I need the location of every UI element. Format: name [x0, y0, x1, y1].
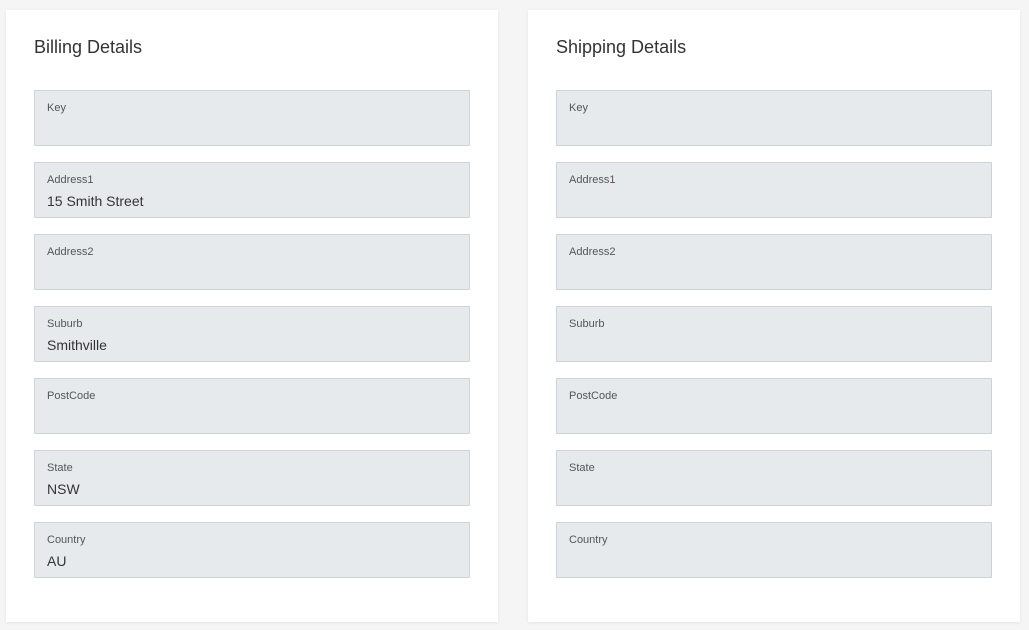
shipping-suburb-label: Suburb: [569, 318, 605, 330]
billing-state-input[interactable]: [47, 481, 457, 498]
billing-address1-label: Address1: [47, 174, 94, 186]
billing-address2-field[interactable]: Address2: [34, 234, 470, 290]
billing-country-field[interactable]: Country: [34, 522, 470, 578]
billing-postcode-input[interactable]: [47, 409, 457, 426]
billing-suburb-input[interactable]: [47, 337, 457, 354]
shipping-key-input[interactable]: [569, 121, 979, 138]
billing-address2-label: Address2: [47, 246, 94, 258]
billing-key-input[interactable]: [47, 121, 457, 138]
billing-details-card: Billing Details Key Address1 Address2 Su…: [6, 10, 498, 622]
shipping-address1-field[interactable]: Address1: [556, 162, 992, 218]
billing-suburb-label: Suburb: [47, 318, 83, 330]
billing-key-field[interactable]: Key: [34, 90, 470, 146]
shipping-details-title: Shipping Details: [556, 37, 687, 57]
billing-state-label: State: [47, 462, 73, 474]
shipping-address2-field[interactable]: Address2: [556, 234, 992, 290]
shipping-key-label: Key: [569, 102, 588, 114]
shipping-suburb-field[interactable]: Suburb: [556, 306, 992, 362]
shipping-address1-input[interactable]: [569, 193, 979, 210]
shipping-key-field[interactable]: Key: [556, 90, 992, 146]
billing-postcode-label: PostCode: [47, 390, 96, 402]
billing-address2-input[interactable]: [47, 265, 457, 282]
shipping-address1-label: Address1: [569, 174, 616, 186]
shipping-postcode-input[interactable]: [569, 409, 979, 426]
shipping-address2-input[interactable]: [569, 265, 979, 282]
shipping-suburb-input[interactable]: [569, 337, 979, 354]
billing-details-title: Billing Details: [34, 37, 143, 57]
shipping-state-field[interactable]: State: [556, 450, 992, 506]
billing-address1-field[interactable]: Address1: [34, 162, 470, 218]
billing-key-label: Key: [47, 102, 66, 114]
shipping-state-label: State: [569, 462, 595, 474]
billing-state-field[interactable]: State: [34, 450, 470, 506]
shipping-state-input[interactable]: [569, 481, 979, 498]
shipping-country-input[interactable]: [569, 553, 979, 570]
shipping-country-label: Country: [569, 534, 608, 546]
shipping-country-field[interactable]: Country: [556, 522, 992, 578]
billing-suburb-field[interactable]: Suburb: [34, 306, 470, 362]
shipping-postcode-label: PostCode: [569, 390, 618, 402]
shipping-postcode-field[interactable]: PostCode: [556, 378, 992, 434]
billing-country-input[interactable]: [47, 553, 457, 570]
shipping-address2-label: Address2: [569, 246, 616, 258]
shipping-details-card: Shipping Details Key Address1 Address2 S…: [528, 10, 1020, 622]
billing-country-label: Country: [47, 534, 86, 546]
billing-address1-input[interactable]: [47, 193, 457, 210]
billing-postcode-field[interactable]: PostCode: [34, 378, 470, 434]
